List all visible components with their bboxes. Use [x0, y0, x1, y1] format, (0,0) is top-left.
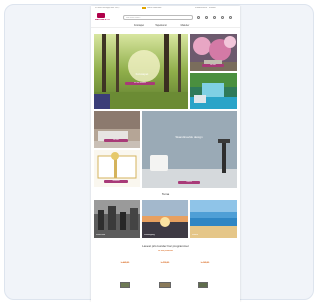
- waterfall-image: [190, 73, 237, 109]
- scandinavian-title: Skandinavisk design: [175, 135, 203, 139]
- search-input[interactable]: Søk etter motiv...: [123, 15, 193, 20]
- hero-forest-tile[interactable]: Fototapet Se alle motiver: [94, 34, 188, 109]
- theme-tile-sunset[interactable]: Solnedgang: [142, 200, 188, 238]
- logo-text[interactable]: MARTINE & CO: [95, 19, 119, 21]
- section-title-themes: Tema: [161, 192, 170, 196]
- nav-item-malerier[interactable]: Malerier: [175, 24, 195, 27]
- menu-icon[interactable]: [229, 16, 232, 19]
- logo[interactable]: [97, 13, 105, 18]
- theme-label-beach: Strand: [192, 234, 198, 236]
- product-price-1: kr 449,00: [120, 262, 130, 264]
- topbar-middle-text: Norsk nettbutikk: [147, 7, 162, 9]
- waterfall-tile[interactable]: [190, 73, 237, 109]
- cart-icon[interactable]: [221, 16, 224, 19]
- pink-flowers-tile[interactable]: Se mer: [190, 34, 237, 71]
- scandinavian-image: [142, 111, 237, 188]
- bw-city-image: [94, 200, 140, 238]
- hero-title: Fototapet: [135, 72, 149, 76]
- scandinavian-cta-button[interactable]: Utforsk: [178, 181, 200, 184]
- theme-tile-bw[interactable]: Svart-hvitt: [94, 200, 140, 238]
- heart-icon[interactable]: [213, 16, 216, 19]
- interior-image: [94, 111, 140, 148]
- flag-icon: [142, 7, 146, 9]
- gift-card-tile[interactable]: Gavekort: [94, 150, 140, 187]
- top-info-bar: Fri frakt ved kjøp over 500,- Norsk nett…: [91, 6, 240, 10]
- product-price-2: kr 599,00: [160, 262, 170, 264]
- webpage-preview: Fri frakt ved kjøp over 500,- Norsk nett…: [91, 6, 240, 302]
- interior-cta-button[interactable]: Se mer: [104, 139, 128, 142]
- theme-label-bw: Svart-hvitt: [96, 234, 106, 236]
- user-icon[interactable]: [205, 16, 208, 19]
- product-price-3: kr 349,00: [200, 262, 210, 264]
- product-thumbnail-2[interactable]: [159, 282, 171, 288]
- favorites-title: Lavest pris kunder har programmer: [142, 244, 189, 248]
- scandinavian-tile[interactable]: Skandinavisk design Utforsk: [142, 111, 237, 188]
- topbar-right-text[interactable]: Kundeservice · Kontakt: [195, 7, 235, 9]
- theme-tile-beach[interactable]: Strand: [190, 200, 237, 238]
- product-thumbnail-3[interactable]: [198, 282, 208, 288]
- hero-cta-button[interactable]: Se alle motiver: [125, 82, 155, 85]
- nav-item-fototapet[interactable]: Fototapet: [129, 24, 149, 27]
- main-nav: Fototapet Tapetkunst Malerier: [91, 23, 240, 28]
- theme-label-sunset: Solnedgang: [144, 234, 155, 236]
- search-icon[interactable]: [197, 16, 200, 19]
- nav-item-tapetkunst[interactable]: Tapetkunst: [151, 24, 171, 27]
- product-thumbnail-1[interactable]: [120, 282, 130, 288]
- topbar-left-text: Fri frakt ved kjøp over 500,-: [95, 7, 120, 9]
- gift-card-button[interactable]: Gavekort: [104, 180, 128, 183]
- beach-image: [190, 200, 237, 238]
- search-placeholder: Søk etter motiv...: [126, 17, 141, 19]
- interior-tile[interactable]: Se mer: [94, 111, 140, 148]
- sunset-image: [142, 200, 188, 238]
- favorites-subtitle[interactable]: Se alle produkter: [91, 250, 240, 252]
- side-cta-button[interactable]: Se mer: [202, 64, 224, 67]
